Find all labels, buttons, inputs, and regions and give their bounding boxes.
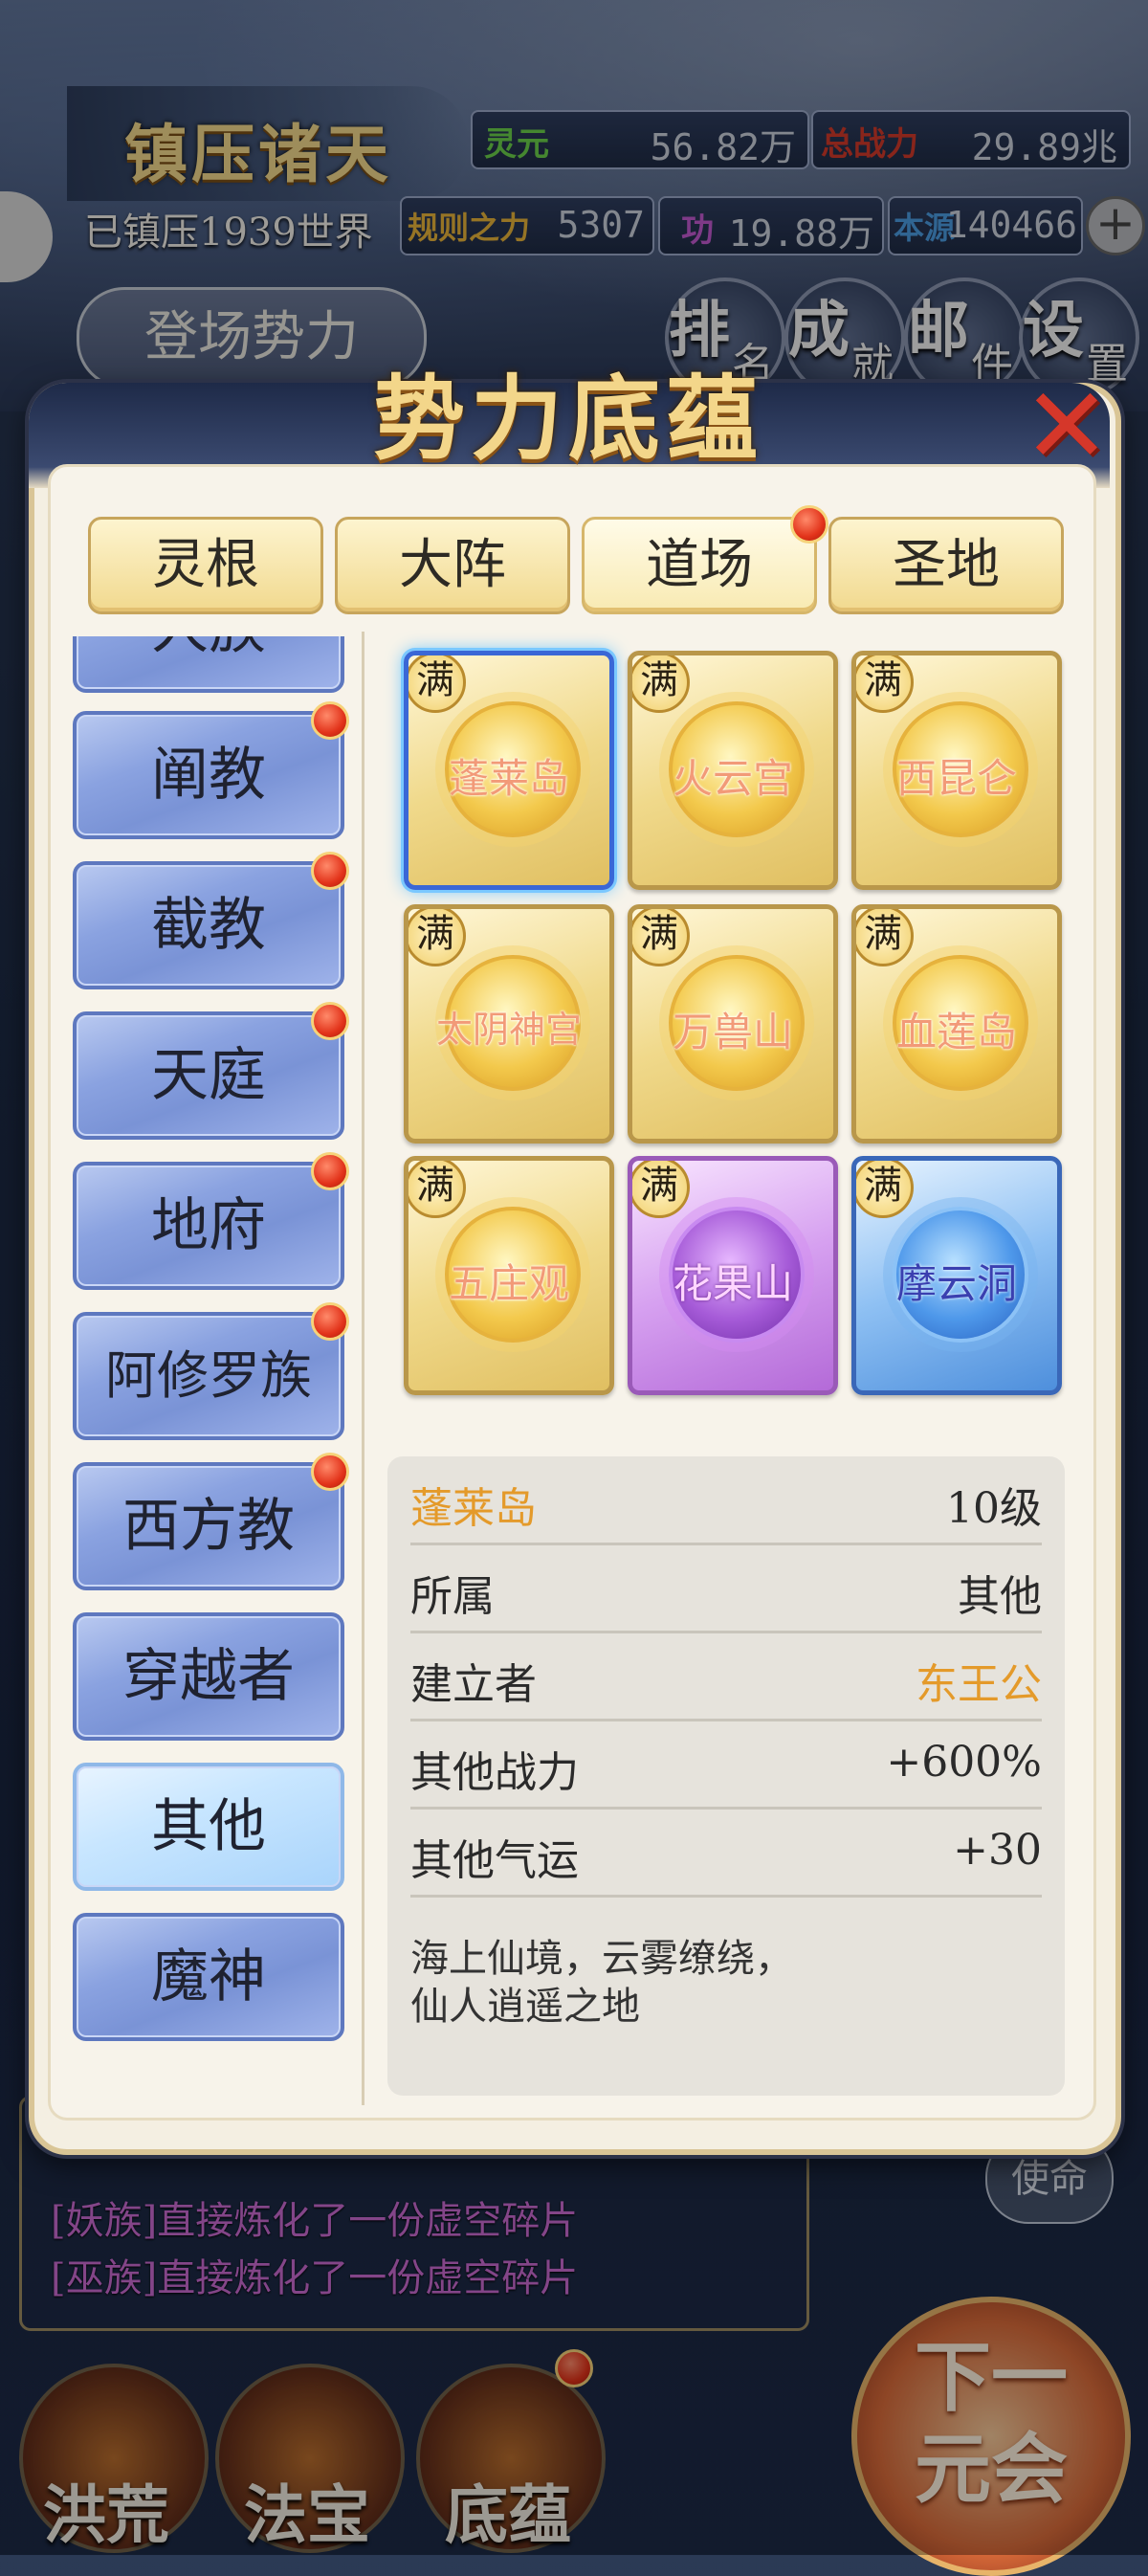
card-name: 万兽山 [672,1009,793,1055]
modal-title: 势力底蕴 [373,365,763,473]
sidebar-item-asura[interactable]: 阿修罗族 [73,1312,344,1440]
tab-dazhen[interactable]: 大阵 [335,517,570,614]
detail-row: 其他战力 +600% [410,1721,1042,1810]
full-badge: 满 [856,1161,914,1218]
detail-panel: 蓬莱岛 10级 所属 其他 建立者 东王公 其他战力 +600% 其他气运 +3… [387,1456,1065,2096]
card-name: 五庄观 [448,1260,569,1307]
card-name: 蓬莱岛 [448,755,569,802]
detail-label: 所属 [410,1572,495,1621]
tab-linggen[interactable]: 灵根 [88,517,323,614]
sidebar-item-jiejiao[interactable]: 截教 [73,861,344,989]
tab-daochang-badge [790,505,828,544]
detail-value: +30 [953,1826,1042,1875]
sidebar-badge [311,852,349,890]
card-xikunlun[interactable]: 西昆仑 满 [851,651,1062,890]
full-badge: 满 [632,655,690,713]
card-name: 摩云洞 [895,1260,1017,1307]
detail-row: 所属 其他 [410,1544,1042,1633]
full-badge: 满 [408,655,466,713]
sidebar-badge [311,1302,349,1341]
card-name: 西昆仑 [895,755,1017,802]
full-badge: 满 [856,655,914,713]
close-icon[interactable]: ✕ [1014,373,1119,478]
card-wanshoushan[interactable]: 万兽山 满 [628,904,838,1144]
card-name: 火云宫 [672,755,793,802]
sidebar-divider [362,632,364,2105]
sidebar-badge [311,1152,349,1190]
detail-label: 建立者 [410,1660,537,1709]
sidebar-item-chuanyuezhe[interactable]: 穿越者 [73,1612,344,1741]
detail-label: 其他战力 [410,1748,579,1797]
full-badge: 满 [632,909,690,966]
detail-value: +600% [886,1738,1042,1787]
detail-name: 蓬莱岛 [410,1484,537,1533]
card-huoyungong[interactable]: 火云宫 满 [628,651,838,890]
card-name: 太阴神宫 [435,1009,582,1051]
card-penglaidao[interactable]: 蓬莱岛 满 [404,651,614,890]
detail-value: 其他 [958,1572,1042,1621]
detail-level: 10级 [946,1484,1042,1533]
detail-row-name: 蓬莱岛 10级 [410,1456,1042,1545]
sidebar-item-renzu[interactable]: 人族 [73,636,344,693]
full-badge: 满 [408,909,466,966]
card-xueliandao[interactable]: 血莲岛 满 [851,904,1062,1144]
detail-label: 其他气运 [410,1836,579,1885]
sidebar-badge [311,1453,349,1491]
detail-row: 建立者 东王公 [410,1632,1042,1721]
card-huaguoshan[interactable]: 花果山 满 [628,1156,838,1395]
card-taiyinshengong[interactable]: 太阴神宫 满 [404,904,614,1144]
sidebar-badge [311,701,349,740]
card-wuzhuangguan[interactable]: 五庄观 满 [404,1156,614,1395]
tab-shengdi[interactable]: 圣地 [828,517,1064,614]
full-badge: 满 [632,1161,690,1218]
detail-row: 其他气运 +30 [410,1809,1042,1898]
tab-daochang[interactable]: 道场 [582,517,817,614]
sidebar-item-other[interactable]: 其他 [73,1763,344,1891]
full-badge: 满 [856,909,914,966]
sidebar-item-moshen[interactable]: 魔神 [73,1913,344,2041]
card-name: 花果山 [672,1260,793,1307]
sidebar-item-difu[interactable]: 地府 [73,1162,344,1290]
sidebar-badge [311,1002,349,1040]
detail-description: 海上仙境，云雾缭绕， 仙人逍遥之地 [410,1937,793,2029]
card-moyundong[interactable]: 摩云洞 满 [851,1156,1062,1395]
sidebar-item-xifangjiao[interactable]: 西方教 [73,1462,344,1590]
full-badge: 满 [408,1161,466,1218]
faction-sidebar[interactable]: 人族 阐教 截教 天庭 地府 阿修罗族 西方教 穿越者 其他 魔神 [57,636,354,2091]
detail-value: 东王公 [916,1660,1042,1709]
sidebar-item-tianting[interactable]: 天庭 [73,1011,344,1140]
sidebar-item-chanjiao[interactable]: 阐教 [73,711,344,839]
card-name: 血莲岛 [895,1009,1017,1055]
